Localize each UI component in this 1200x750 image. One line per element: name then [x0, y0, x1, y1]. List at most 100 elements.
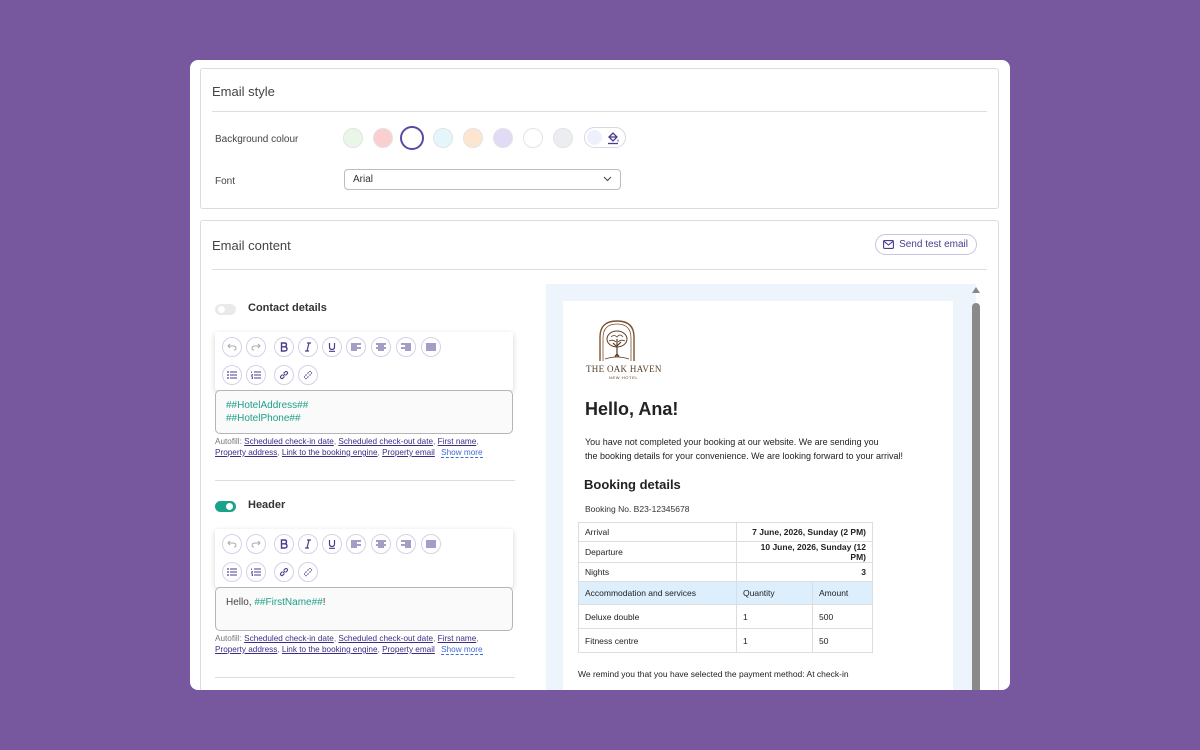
bullet-list-icon	[227, 568, 237, 576]
chevron-down-icon	[603, 176, 612, 182]
header-greeting-suffix: !	[322, 597, 326, 608]
send-test-email-button[interactable]: Send test email	[875, 234, 977, 255]
header-editor[interactable]: Hello, ##FirstName##!	[215, 587, 513, 631]
item-name: Fitness centre	[578, 628, 737, 653]
autofill-property-address-link[interactable]: Property address	[215, 645, 277, 654]
colour-swatch[interactable]	[373, 128, 393, 148]
insert-link-button[interactable]	[274, 562, 294, 582]
autofill-first-name-link[interactable]: First name	[438, 437, 477, 446]
autofill-property-email-link[interactable]: Property email	[382, 645, 435, 654]
bullet-list-button[interactable]	[222, 365, 242, 385]
colour-swatch[interactable]	[523, 128, 543, 148]
intro-line-2: the booking details for your convenience…	[585, 451, 904, 461]
undo-button[interactable]	[222, 337, 242, 357]
align-right-icon	[401, 540, 411, 548]
background-colour-label: Background colour	[215, 134, 299, 145]
autofill-check-out-link[interactable]: Scheduled check-out date	[338, 437, 433, 446]
italic-icon	[305, 342, 311, 352]
greeting-heading: Hello, Ana!	[585, 399, 679, 419]
align-left-icon	[351, 540, 361, 548]
intro-line-1: You have not completed your booking at o…	[585, 437, 879, 447]
header-toggle[interactable]	[215, 501, 236, 512]
undo-button[interactable]	[222, 534, 242, 554]
undo-icon	[227, 343, 237, 351]
redo-icon	[251, 540, 261, 548]
column-header-service: Accommodation and services	[578, 581, 737, 605]
colour-swatch[interactable]	[463, 128, 483, 148]
underline-button[interactable]	[322, 337, 342, 357]
undo-icon	[227, 540, 237, 548]
unlink-icon	[303, 370, 313, 380]
scrollbar-thumb[interactable]	[972, 303, 980, 690]
arrival-label: Arrival	[578, 522, 737, 542]
bullet-list-icon	[227, 371, 237, 379]
contact-formatting-toolbar	[215, 332, 513, 390]
table-row: Deluxe double 1 500	[578, 604, 873, 629]
font-select[interactable]: Arial	[344, 169, 621, 190]
custom-colour-preview	[587, 130, 602, 145]
justify-button[interactable]	[421, 337, 441, 357]
email-preview-pane: THE OAK HAVEN NEW HOTEL Hello, Ana! You …	[546, 284, 976, 690]
redo-button[interactable]	[246, 337, 266, 357]
insert-link-button[interactable]	[274, 365, 294, 385]
booking-table: Arrival 7 June, 2026, Sunday (2 PM) Depa…	[578, 522, 873, 653]
contact-details-editor[interactable]: ##HotelAddress## ##HotelPhone##	[215, 390, 513, 434]
underline-button[interactable]	[322, 534, 342, 554]
redo-icon	[251, 343, 261, 351]
justify-button[interactable]	[421, 534, 441, 554]
autofill-booking-engine-link[interactable]: Link to the booking engine	[282, 448, 378, 457]
hotel-logo-subtitle: NEW HOTEL	[609, 375, 639, 380]
remove-link-button[interactable]	[298, 562, 318, 582]
contact-details-toggle[interactable]	[215, 304, 236, 315]
autofill-prefix: Autofill:	[215, 634, 242, 643]
align-center-button[interactable]	[371, 337, 391, 357]
autofill-check-in-link[interactable]: Scheduled check-in date	[244, 634, 334, 643]
colour-swatch[interactable]	[343, 128, 363, 148]
autofill-check-in-link[interactable]: Scheduled check-in date	[244, 437, 334, 446]
nights-label: Nights	[578, 562, 737, 582]
colour-swatch[interactable]	[493, 128, 513, 148]
show-more-link[interactable]: Show more	[441, 645, 483, 655]
align-left-button[interactable]	[346, 534, 366, 554]
italic-button[interactable]	[298, 534, 318, 554]
align-right-button[interactable]	[396, 337, 416, 357]
column-header-quantity: Quantity	[736, 581, 813, 605]
autofill-property-email-link[interactable]: Property email	[382, 448, 435, 457]
align-left-button[interactable]	[346, 337, 366, 357]
align-left-icon	[351, 343, 361, 351]
custom-colour-picker[interactable]	[584, 127, 626, 148]
colour-swatch[interactable]	[400, 126, 424, 150]
bold-button[interactable]	[274, 337, 294, 357]
numbered-list-icon	[251, 371, 261, 379]
align-center-button[interactable]	[371, 534, 391, 554]
autofill-first-name-link[interactable]: First name	[438, 634, 477, 643]
arrival-row: Arrival 7 June, 2026, Sunday (2 PM)	[578, 522, 873, 542]
colour-swatch[interactable]	[553, 128, 573, 148]
colour-swatch[interactable]	[433, 128, 453, 148]
arrival-value: 7 June, 2026, Sunday (2 PM)	[736, 522, 873, 542]
numbered-list-button[interactable]	[246, 562, 266, 582]
header-autofill: Autofill: Scheduled check-in date, Sched…	[215, 634, 483, 655]
font-select-value: Arial	[353, 174, 374, 185]
remove-link-button[interactable]	[298, 365, 318, 385]
autofill-booking-engine-link[interactable]: Link to the booking engine	[282, 645, 378, 654]
autofill-property-address-link[interactable]: Property address	[215, 448, 277, 457]
payment-reminder: We remind you that you have selected the…	[578, 669, 849, 679]
align-right-icon	[401, 343, 411, 351]
align-right-button[interactable]	[396, 534, 416, 554]
bullet-list-button[interactable]	[222, 562, 242, 582]
scroll-up-arrow-icon[interactable]	[972, 287, 980, 293]
departure-value: 10 June, 2026, Sunday (12 PM)	[736, 541, 873, 563]
italic-button[interactable]	[298, 337, 318, 357]
autofill-check-out-link[interactable]: Scheduled check-out date	[338, 634, 433, 643]
show-more-link[interactable]: Show more	[441, 448, 483, 458]
email-content-card: Email content Send test email Contact de…	[200, 220, 999, 690]
justify-icon	[426, 343, 436, 351]
preview-scrollbar[interactable]	[971, 287, 981, 690]
bold-button[interactable]	[274, 534, 294, 554]
redo-button[interactable]	[246, 534, 266, 554]
envelope-icon	[883, 240, 895, 249]
departure-label: Departure	[578, 541, 737, 563]
numbered-list-button[interactable]	[246, 365, 266, 385]
italic-icon	[305, 539, 311, 549]
